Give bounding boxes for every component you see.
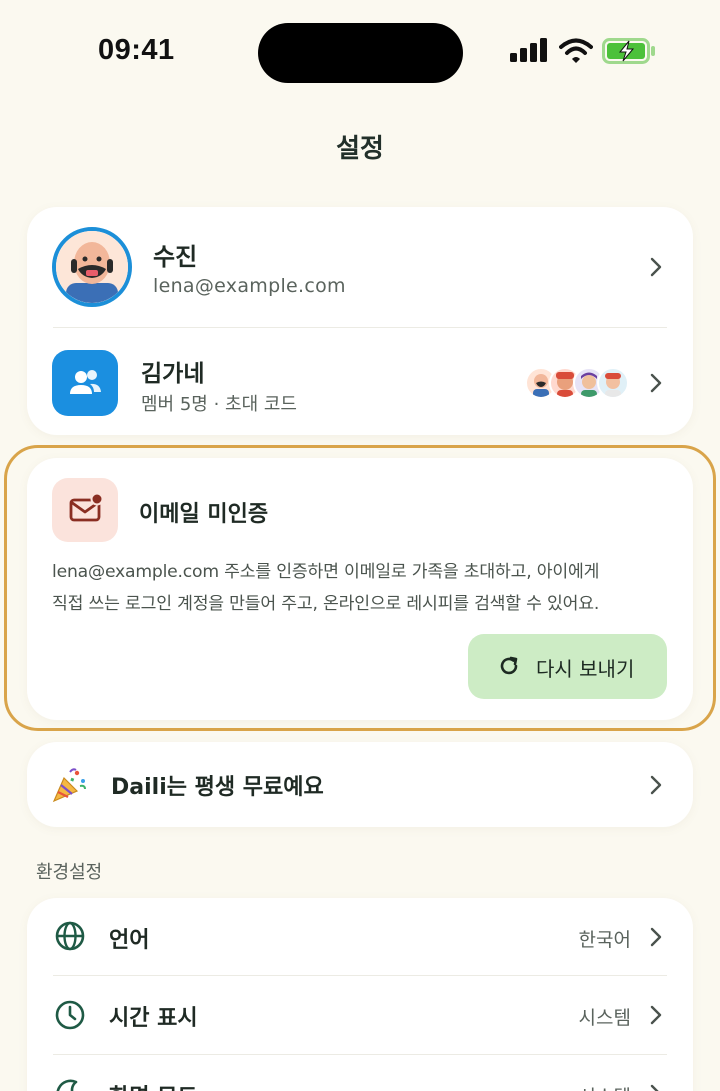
email-verification-card: 이메일 미인증 lena@example.com 주소를 인증하면 이메일로 가… <box>27 458 693 720</box>
member-avatar <box>597 367 629 399</box>
wifi-icon <box>559 38 593 63</box>
refresh-icon <box>500 656 518 675</box>
profile-row[interactable]: 수진 lena@example.com <box>27 207 693 327</box>
verify-description-line: lena@example.com 주소를 인증하면 이메일로 가족을 초대하고,… <box>52 562 600 582</box>
chevron-right-icon <box>650 1005 662 1025</box>
mail-alert-icon <box>52 478 118 542</box>
family-row[interactable]: 김가네 멤버 5명 · 초대 코드 <box>27 328 693 435</box>
setting-value: 시스템 <box>578 1007 631 1029</box>
chevron-right-icon <box>650 257 662 277</box>
setting-value: 한국어 <box>578 929 631 951</box>
member-avatars <box>525 367 631 401</box>
chevron-right-icon <box>650 1084 659 1091</box>
setting-row-display-mode[interactable]: 화면 모드 시스템 <box>27 1055 693 1091</box>
settings-screen: 09:41 설정 수진 lena@example.com 김가네 멤버 5명 ·… <box>0 0 720 1091</box>
verify-title: 이메일 미인증 <box>139 502 269 527</box>
dynamic-island <box>258 23 463 83</box>
chevron-right-icon <box>650 927 662 947</box>
setting-row-time-display[interactable]: 시간 표시 시스템 <box>27 976 693 1054</box>
free-banner-row[interactable]: Daili는 평생 무료예요 <box>27 742 693 827</box>
chevron-right-icon <box>650 775 662 795</box>
status-time: 09:41 <box>98 34 175 66</box>
status-icons <box>510 38 660 68</box>
moon-icon <box>56 1079 78 1091</box>
setting-label: 시간 표시 <box>109 1006 198 1031</box>
party-popper-icon <box>52 768 86 803</box>
preferences-card: 언어 한국어 시간 표시 시스템 화면 모드 시스템 <box>27 898 693 1091</box>
profile-email: lena@example.com <box>153 275 346 297</box>
setting-label: 화면 모드 <box>109 1079 198 1091</box>
battery-charging-icon <box>602 38 655 64</box>
chevron-right-icon <box>650 373 662 393</box>
page-title: 설정 <box>336 134 384 164</box>
setting-label: 언어 <box>109 928 150 953</box>
free-banner-label: Daili는 평생 무료예요 <box>111 775 324 800</box>
verify-description: lena@example.com 주소를 인증하면 이메일로 가족을 초대하고,… <box>52 556 672 620</box>
avatar-illustration <box>56 231 128 303</box>
verify-description-line: 직접 쓰는 로그인 계정을 만들어 주고, 온라인으로 레시피를 검색할 수 있… <box>52 594 600 614</box>
setting-value: 시스템 <box>579 1082 631 1091</box>
family-name: 김가네 <box>141 361 205 387</box>
account-card: 수진 lena@example.com 김가네 멤버 5명 · 초대 코드 <box>27 207 693 435</box>
globe-icon <box>55 921 85 951</box>
profile-name: 수진 <box>153 243 198 271</box>
family-group-icon <box>52 350 118 416</box>
resend-label: 다시 보내기 <box>536 657 635 681</box>
avatar <box>52 227 132 307</box>
status-bar: 09:41 <box>0 0 720 100</box>
family-subtitle: 멤버 5명 · 초대 코드 <box>141 394 297 415</box>
signal-icon <box>510 38 547 62</box>
resend-button[interactable]: 다시 보내기 <box>468 634 667 699</box>
setting-row-language[interactable]: 언어 한국어 <box>27 898 693 975</box>
section-title-preferences: 환경설정 <box>36 862 103 883</box>
clock-icon <box>55 1000 85 1030</box>
